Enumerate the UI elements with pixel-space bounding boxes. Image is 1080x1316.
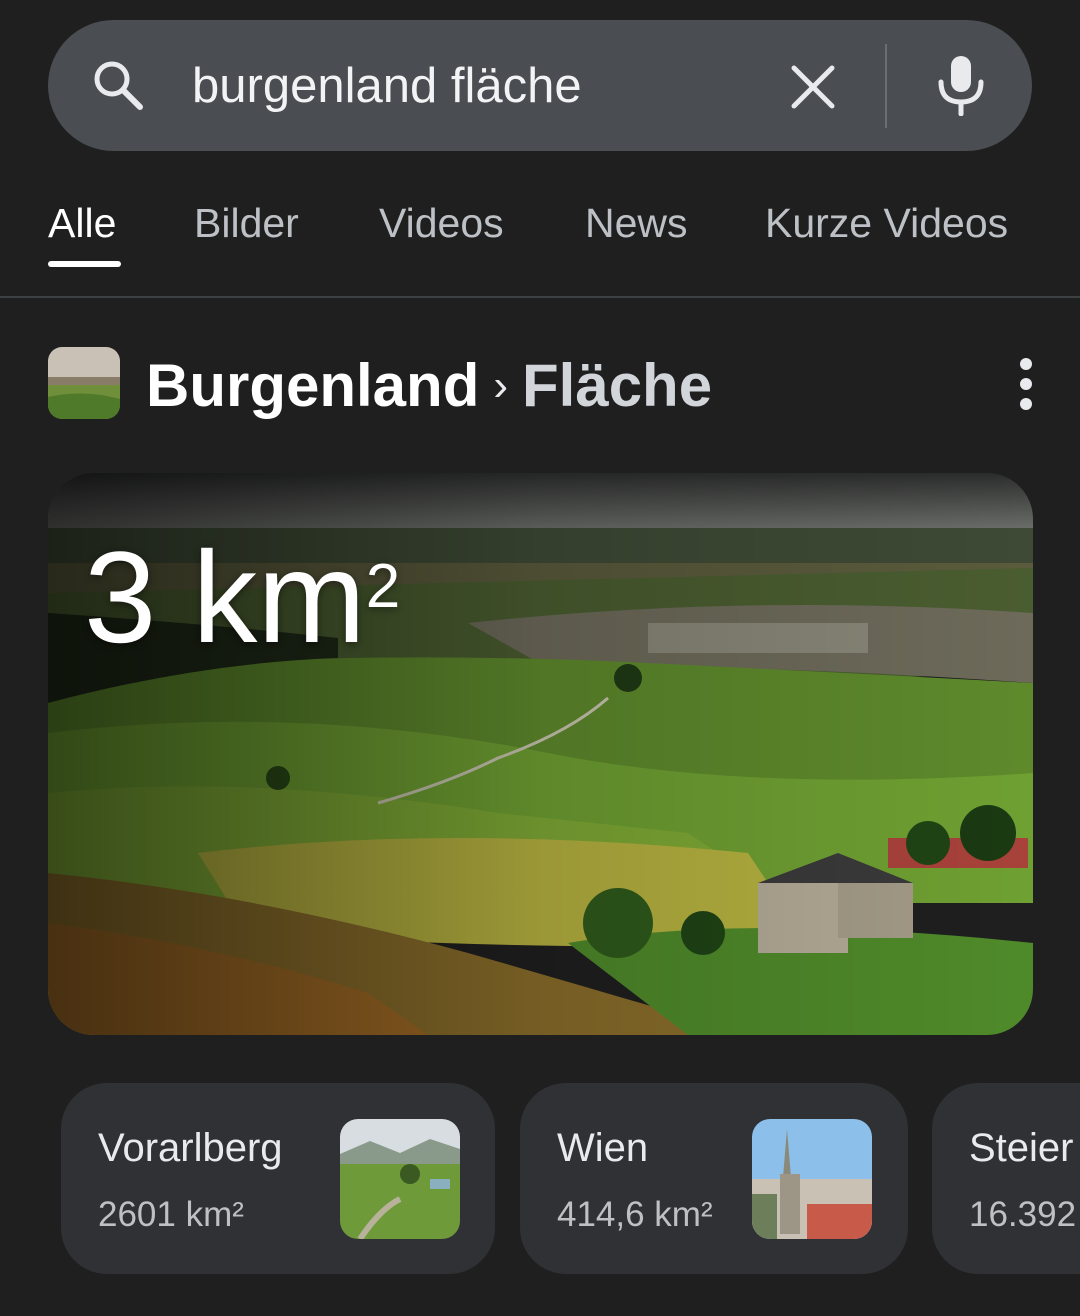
card-wien[interactable]: Wien 414,6 km²: [520, 1083, 908, 1274]
breadcrumb: Burgenland › Fläche: [146, 350, 712, 428]
card-name: Steier: [969, 1126, 1074, 1170]
card-thumbnail: [340, 1119, 460, 1239]
search-divider: [885, 44, 887, 128]
search-input[interactable]: burgenland fläche: [192, 56, 582, 116]
card-name: Vorarlberg: [98, 1126, 283, 1170]
tab-videos[interactable]: Videos: [379, 198, 504, 248]
entity-thumbnail[interactable]: [48, 347, 120, 419]
search-icon: [94, 61, 143, 110]
mic-icon[interactable]: [934, 54, 988, 116]
card-name: Wien: [557, 1126, 649, 1170]
breadcrumb-attribute: Fläche: [522, 352, 713, 419]
card-value: 2601 km²: [98, 1195, 244, 1234]
active-tab-indicator: [48, 261, 121, 267]
card-thumbnail: [752, 1119, 872, 1239]
breadcrumb-separator: ›: [493, 361, 508, 410]
tabs-divider: [0, 296, 1080, 298]
card-value: 414,6 km²: [557, 1195, 713, 1234]
hero-value-number: 3 km: [84, 524, 366, 670]
tab-news[interactable]: News: [585, 198, 688, 248]
card-steiermark[interactable]: Steier 16.392: [932, 1083, 1080, 1274]
more-vert-icon[interactable]: [1010, 356, 1042, 412]
breadcrumb-entity[interactable]: Burgenland: [146, 352, 479, 419]
tab-bilder[interactable]: Bilder: [194, 198, 299, 248]
hero-value: 3 km2: [84, 522, 400, 672]
hero-value-unit-sup: 2: [365, 552, 401, 621]
card-value: 16.392: [969, 1195, 1077, 1234]
close-icon[interactable]: [786, 60, 840, 114]
tab-kurze-videos[interactable]: Kurze Videos: [765, 198, 1008, 248]
card-vorarlberg[interactable]: Vorarlberg 2601 km²: [61, 1083, 495, 1274]
tab-alle[interactable]: Alle: [48, 198, 116, 248]
